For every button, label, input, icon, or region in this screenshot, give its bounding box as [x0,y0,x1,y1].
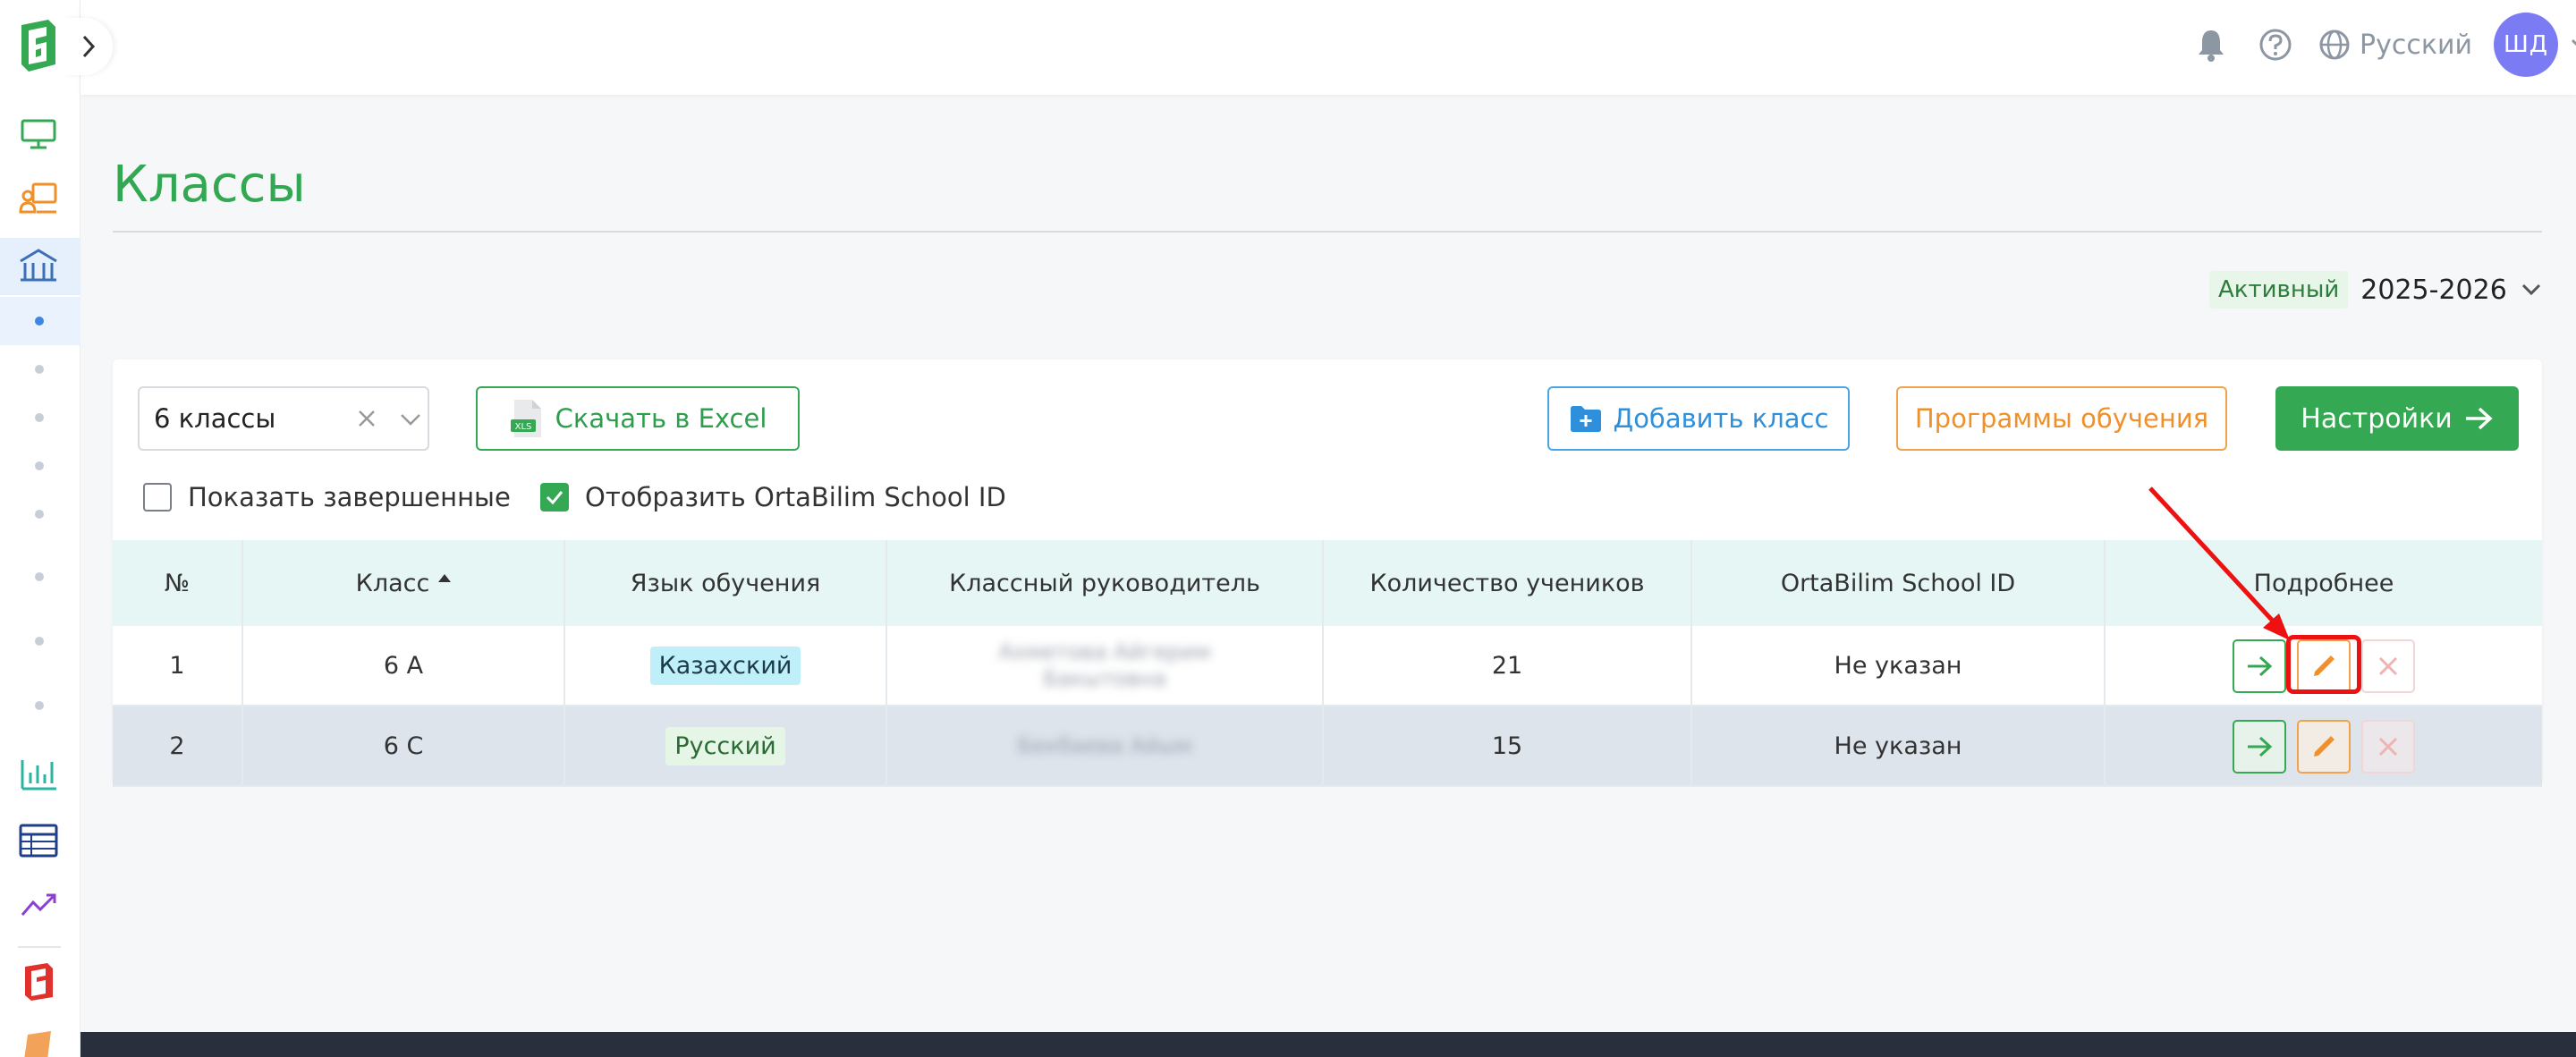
topbar: Русский ШД [80,0,2576,95]
cell-language: Русский [565,706,887,785]
arrow-right-icon [2465,407,2493,430]
annotation-highlight-box [2286,635,2361,694]
cell-teacher: Бекбаева Айым [887,706,1324,785]
folder-plus-icon [1570,406,1601,432]
sidebar-subitem-dot[interactable] [35,365,44,374]
chevron-right-icon [82,35,96,58]
header-school-id: OrtaBilim School ID [1692,540,2106,626]
download-excel-button[interactable]: XLS Скачать в Excel [476,386,800,451]
edit-class-button[interactable] [2297,720,2351,774]
close-icon [2378,656,2398,676]
close-icon [2378,737,2398,757]
header-class[interactable]: Класс [243,540,565,626]
orange-app-icon[interactable] [18,1027,59,1057]
arrow-right-icon [2248,736,2273,757]
chevron-down-icon[interactable] [2567,27,2576,63]
cell-number: 1 [113,626,243,705]
show-school-id-label: Отобразить OrtaBilim School ID [585,482,1006,512]
table-icon[interactable] [18,823,59,858]
study-programs-label: Программы обучения [1914,403,2209,434]
sidebar-subitem-dot[interactable] [35,572,44,581]
language-selector[interactable]: Русский [2318,23,2472,66]
header-language: Язык обучения [565,540,887,626]
sort-ascending-icon [438,573,452,582]
checkbox-unchecked[interactable] [143,483,172,512]
checkmark-icon [546,491,564,505]
cell-number: 2 [113,706,243,785]
app-logo-icon[interactable] [16,18,61,73]
add-class-button[interactable]: Добавить класс [1547,386,1850,451]
delete-class-button[interactable] [2361,639,2415,693]
language-label: Русский [2360,29,2472,61]
cell-student-count: 21 [1324,626,1692,705]
monitor-icon[interactable] [18,116,59,152]
checkbox-checked[interactable] [540,483,569,512]
cell-teacher: Ахметова Айгерим Бакытовна [887,626,1324,705]
clear-icon[interactable] [352,404,381,433]
cell-actions [2106,706,2542,785]
settings-label: Настройки [2301,402,2453,435]
sidebar-subitem-dot[interactable] [35,510,44,519]
show-finished-checkbox[interactable]: Показать завершенные [143,479,511,515]
cell-language: Казахский [565,626,887,705]
sidebar [0,0,80,1057]
academic-year-selector[interactable]: Активный 2025-2026 [2209,270,2543,309]
show-finished-label: Показать завершенные [188,482,511,512]
notifications-bell-icon[interactable] [2190,23,2233,66]
red-app-icon[interactable] [18,963,59,1001]
sidebar-subitem-dot[interactable] [35,413,44,422]
table-row: 2 6 C Русский Бекбаева Айым 15 Не указан [113,706,2542,787]
chevron-down-icon [2521,283,2540,296]
year-status-badge: Активный [2209,271,2349,309]
cell-class: 6 A [243,626,565,705]
study-programs-button[interactable]: Программы обучения [1896,386,2227,451]
sidebar-divider [18,946,61,948]
sidebar-subitem-dot[interactable] [35,461,44,470]
open-class-button[interactable] [2233,720,2286,774]
delete-class-button[interactable] [2361,720,2415,774]
sidebar-subitem-dot[interactable] [35,637,44,646]
teacher-name-blurred: Ахметова Айгерим Бакытовна [998,639,1211,691]
grade-select-value: 6 классы [154,403,276,434]
trend-icon[interactable] [18,887,59,923]
year-value: 2025-2026 [2360,274,2507,306]
header-teacher: Классный руководитель [887,540,1324,626]
user-avatar[interactable]: ШД [2494,13,2558,77]
add-class-label: Добавить класс [1613,403,1829,434]
bar-chart-icon[interactable] [18,757,59,792]
svg-text:XLS: XLS [514,422,531,432]
xls-file-icon: XLS [510,400,541,437]
cell-student-count: 15 [1324,706,1692,785]
sidebar-subitem-dot[interactable] [35,701,44,710]
teacher-name-blurred: Бекбаева Айым [1017,733,1192,758]
chevron-down-icon[interactable] [395,404,426,435]
show-school-id-checkbox[interactable]: Отобразить OrtaBilim School ID [540,479,1006,515]
download-excel-label: Скачать в Excel [555,403,767,434]
annotation-arrow [2148,486,2290,640]
cell-class: 6 C [243,706,565,785]
grade-select[interactable]: 6 классы [138,386,429,451]
arrow-right-icon [2248,655,2273,677]
page-title: Классы [113,156,306,214]
teacher-board-icon[interactable] [18,181,59,216]
cell-school-id: Не указан [1692,626,2106,705]
pencil-icon [2314,736,2334,757]
help-icon[interactable] [2254,23,2297,66]
language-badge: Казахский [649,646,801,685]
sidebar-subitem-dot-active[interactable] [35,317,44,326]
school-building-icon[interactable] [18,247,59,283]
header-student-count: Количество учеников [1324,540,1692,626]
language-badge: Русский [665,726,785,765]
header-number: № [113,540,243,626]
footer-bar [80,1032,2576,1057]
globe-icon [2319,30,2350,60]
settings-button[interactable]: Настройки [2275,386,2519,451]
title-divider [113,231,2542,233]
cell-school-id: Не указан [1692,706,2106,785]
